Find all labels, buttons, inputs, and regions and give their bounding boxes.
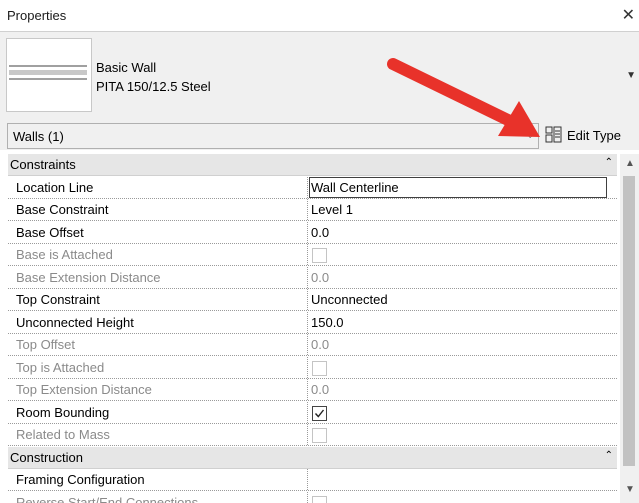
- property-value-cell: 0.0: [307, 266, 617, 288]
- group-label: Constraints: [10, 157, 76, 172]
- property-name: Related to Mass: [16, 427, 110, 442]
- property-name: Base Extension Distance: [16, 269, 161, 285]
- property-name: Unconnected Height: [16, 314, 134, 330]
- scroll-down-icon[interactable]: ▼: [625, 484, 635, 495]
- property-value-cell: [307, 491, 617, 503]
- property-grid: Constraints ⌃ Location Line Wall Centerline…: [8, 154, 617, 503]
- property-row: Framing Configuration: [8, 469, 617, 491]
- group-label: Construction: [10, 449, 83, 465]
- edit-type-label: Edit Type: [567, 128, 621, 143]
- chevron-down-icon[interactable]: ⌵: [526, 130, 534, 141]
- property-name: Framing Configuration: [16, 472, 145, 487]
- scrollbar-thumb[interactable]: [623, 176, 635, 466]
- property-name: Top Extension Distance: [16, 382, 152, 397]
- property-value: 0.0: [311, 224, 330, 240]
- group-header[interactable]: Constraints ⌃: [8, 154, 617, 176]
- property-value-cell[interactable]: 0.0: [307, 221, 617, 243]
- property-checkbox[interactable]: [312, 405, 327, 421]
- property-value-cell: [307, 424, 617, 445]
- property-checkbox: [312, 248, 327, 263]
- property-value-cell: [307, 356, 617, 378]
- property-name: Location Line: [16, 179, 94, 195]
- property-value: Wall Centerline: [311, 179, 399, 195]
- type-dropdown-icon[interactable]: ▼: [626, 70, 636, 81]
- property-value: 0.0: [311, 337, 330, 352]
- property-row: Top Offset 0.0: [8, 334, 617, 356]
- property-value-cell[interactable]: [307, 469, 617, 490]
- property-row: Unconnected Height 150.0: [8, 311, 617, 334]
- property-value-cell[interactable]: Unconnected: [307, 289, 617, 310]
- property-row: Base Constraint Level 1: [8, 199, 617, 221]
- collapse-icon[interactable]: ⌃: [605, 157, 613, 168]
- property-value: Level 1: [311, 202, 353, 217]
- edit-type-button[interactable]: Edit Type: [543, 123, 637, 147]
- property-row: Top Extension Distance 0.0: [8, 379, 617, 401]
- property-value: Unconnected: [311, 292, 388, 307]
- edit-type-icon: [545, 126, 562, 143]
- property-value-cell[interactable]: [307, 401, 617, 423]
- type-selector[interactable]: Basic Wall PITA 150/12.5 Steel ▼: [0, 31, 639, 120]
- collapse-icon[interactable]: ⌃: [605, 450, 613, 461]
- scroll-up-icon[interactable]: ▲: [625, 158, 635, 169]
- property-name: Reverse Start/End Connections: [16, 494, 199, 503]
- property-row: Base Extension Distance 0.0: [8, 266, 617, 289]
- property-value: 0.0: [311, 269, 330, 285]
- property-name: Base Offset: [16, 224, 84, 240]
- property-name: Top is Attached: [16, 359, 105, 375]
- property-checkbox: [312, 495, 327, 503]
- property-value-cell: 0.0: [307, 334, 617, 355]
- property-value-cell: 0.0: [307, 379, 617, 400]
- group-header[interactable]: Construction ⌃: [8, 446, 617, 469]
- panel-title: Properties: [7, 8, 67, 23]
- property-row: Related to Mass: [8, 424, 617, 446]
- property-value-cell[interactable]: Wall Centerline: [307, 176, 617, 198]
- type-family-name: Basic Wall: [96, 60, 157, 75]
- property-name: Top Constraint: [16, 292, 100, 307]
- property-value-cell[interactable]: Level 1: [307, 199, 617, 220]
- wall-type-thumbnail: [6, 38, 92, 112]
- property-value-cell[interactable]: 150.0: [307, 311, 617, 333]
- property-row: Top is Attached: [8, 356, 617, 379]
- property-name: Room Bounding: [16, 404, 110, 420]
- property-value: 150.0: [311, 314, 344, 330]
- property-checkbox: [312, 360, 327, 376]
- property-value-cell: [307, 244, 617, 265]
- property-row: Location Line Wall Centerline: [8, 176, 617, 199]
- checkmark-icon: [314, 409, 325, 418]
- property-name: Base is Attached: [16, 247, 113, 262]
- property-name: Top Offset: [16, 337, 76, 352]
- property-row: Reverse Start/End Connections: [8, 491, 617, 503]
- property-checkbox: [312, 428, 327, 443]
- property-row: Top Constraint Unconnected: [8, 289, 617, 311]
- property-row: Base Offset 0.0: [8, 221, 617, 244]
- property-name: Base Constraint: [16, 202, 109, 217]
- instance-filter-row: Walls (1) ⌵ Edit Type: [0, 120, 639, 150]
- instance-filter-dropdown[interactable]: Walls (1) ⌵: [7, 123, 539, 149]
- instance-filter-label: Walls (1): [13, 129, 64, 144]
- vertical-scrollbar[interactable]: ▲ ▼: [620, 154, 639, 503]
- type-name: PITA 150/12.5 Steel: [96, 79, 211, 94]
- properties-titlebar: Properties ✕: [0, 0, 639, 31]
- property-value: 0.0: [311, 382, 330, 397]
- close-icon[interactable]: ✕: [622, 5, 635, 25]
- property-row: Base is Attached: [8, 244, 617, 266]
- property-row: Room Bounding: [8, 401, 617, 424]
